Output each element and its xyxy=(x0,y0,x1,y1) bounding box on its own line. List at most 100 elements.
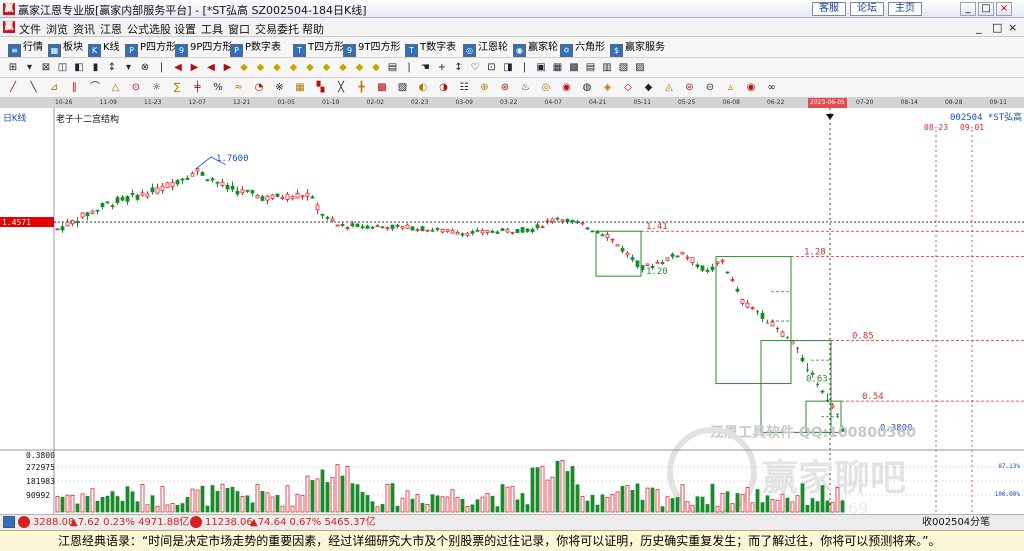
toolbar-blocks-button[interactable]: ▦ 板块 xyxy=(48,40,83,57)
chart-tool-30-icon[interactable]: ◈ xyxy=(601,81,615,95)
tool-15-icon[interactable]: ◆ xyxy=(237,61,251,75)
chart-tool-35-icon[interactable]: ⊝ xyxy=(703,81,717,95)
tool-10-icon[interactable]: | xyxy=(155,61,169,75)
chart-area[interactable]: 1.4571 1.7600 1.41 1.20 1.28 0.85 0.63 0.54 0.38… xyxy=(0,108,1024,518)
tool-20-icon[interactable]: ◆ xyxy=(320,61,334,75)
close-icon[interactable]: × xyxy=(996,2,1012,16)
menu-trade[interactable]: 交易委托 xyxy=(255,21,299,37)
chart-tool-36-icon[interactable]: ▵ xyxy=(724,81,738,95)
chart-tool-11-icon[interactable]: % xyxy=(211,81,225,95)
chart-tool-37-icon[interactable]: ◉ xyxy=(744,81,758,95)
chart-tool-29-icon[interactable]: ◍ xyxy=(580,81,594,95)
tool-22-icon[interactable]: ◆ xyxy=(353,61,367,75)
tool-14-icon[interactable]: ▶ xyxy=(221,61,235,75)
menu-formula-screening[interactable]: 公式选股 xyxy=(127,21,171,37)
tool-5-icon[interactable]: ◧ xyxy=(72,61,86,75)
menu-tools[interactable]: 工具 xyxy=(201,21,223,37)
toolbar-winner-wheel-button[interactable]: ◉ 赢家轮 xyxy=(513,40,558,57)
chart-tool-38-icon[interactable]: ∞ xyxy=(765,81,779,95)
menu-browse[interactable]: 浏览 xyxy=(46,21,68,37)
chart-tool-19-icon[interactable]: ▩ xyxy=(375,81,389,95)
tool-30-icon[interactable]: ⊡ xyxy=(485,61,499,75)
toolbar-t-square-button[interactable]: T T四方形 xyxy=(293,40,344,57)
service-button[interactable]: 客服 xyxy=(812,2,846,16)
chart-tool-28-icon[interactable]: ◉ xyxy=(560,81,574,95)
chart-tool-32-icon[interactable]: ◆ xyxy=(642,81,656,95)
chart-tool-34-icon[interactable]: ⊜ xyxy=(683,81,697,95)
chart-tool-21-icon[interactable]: ◐ xyxy=(416,81,430,95)
tool-23-icon[interactable]: ◆ xyxy=(369,61,383,75)
chart-tool-6-icon[interactable]: △ xyxy=(109,81,123,95)
toolbar-hexagon-button[interactable]: ✡ 六角形 xyxy=(560,40,605,57)
tool-21-icon[interactable]: ◆ xyxy=(336,61,350,75)
chart-tool-9-icon[interactable]: ∑ xyxy=(170,81,184,95)
chart-tool-8-icon[interactable]: ☼ xyxy=(150,81,164,95)
chart-tool-31-icon[interactable]: ◇ xyxy=(621,81,635,95)
home-button[interactable]: 主页 xyxy=(888,2,922,16)
tool-13-icon[interactable]: ◀ xyxy=(204,61,218,75)
chart-tool-3-icon[interactable]: ⊿ xyxy=(47,81,61,95)
menu-file[interactable]: 文件 xyxy=(19,21,41,37)
toolbar-p-table-button[interactable]: P P数字表 xyxy=(230,40,281,57)
tool-31-icon[interactable]: ◨ xyxy=(501,61,515,75)
mdi-restore-icon[interactable]: □ xyxy=(992,21,1002,34)
toolbar-9p-square-button[interactable]: 9 9P四方形 xyxy=(175,40,232,57)
tool-16-icon[interactable]: ◆ xyxy=(254,61,268,75)
chart-tool-10-icon[interactable]: ╪ xyxy=(191,81,205,95)
tool-29-icon[interactable]: ♡ xyxy=(468,61,482,75)
menu-help[interactable]: 帮助 xyxy=(302,21,324,37)
tool-36-icon[interactable]: ▤ xyxy=(584,61,598,75)
chart-tool-27-icon[interactable]: ◎ xyxy=(539,81,553,95)
chart-tool-24-icon[interactable]: ⊕ xyxy=(478,81,492,95)
tool-11-icon[interactable]: ◀ xyxy=(171,61,185,75)
tool-33-icon[interactable]: ▣ xyxy=(534,61,548,75)
tool-2-icon[interactable]: ▾ xyxy=(23,61,37,75)
grid-icon[interactable] xyxy=(3,516,15,528)
menu-gann[interactable]: 江恩 xyxy=(100,21,122,37)
chart-tool-16-icon[interactable]: ▚ xyxy=(314,81,328,95)
toolbar-candles-button[interactable]: K K线 xyxy=(88,40,120,57)
tool-9-icon[interactable]: ⊗ xyxy=(138,61,152,75)
tool-6-icon[interactable]: ▮ xyxy=(89,61,103,75)
chart-tool-13-icon[interactable]: ◔ xyxy=(252,81,266,95)
menu-settings[interactable]: 设置 xyxy=(174,21,196,37)
tool-18-icon[interactable]: ◆ xyxy=(287,61,301,75)
toolbar-dollar-button[interactable]: $ 赢家服务 xyxy=(610,40,665,57)
maximize-icon[interactable]: □ xyxy=(978,2,994,16)
forum-button[interactable]: 论坛 xyxy=(850,2,884,16)
chart-tool-5-icon[interactable]: ⌒ xyxy=(88,81,102,95)
menu-news[interactable]: 资讯 xyxy=(73,21,95,37)
toolbar-grid-button[interactable]: ≡ 行情 xyxy=(8,40,43,57)
chart-tool-2-icon[interactable]: ╲ xyxy=(27,81,41,95)
toolbar-9t-square-button[interactable]: 9 9T四方形 xyxy=(343,40,400,57)
tool-35-icon[interactable]: ▩ xyxy=(567,61,581,75)
chart-tool-26-icon[interactable]: ♨ xyxy=(519,81,533,95)
tool-4-icon[interactable]: ◫ xyxy=(56,61,70,75)
toolbar-gann-wheel-button[interactable]: ◎ 江恩轮 xyxy=(463,40,508,57)
tool-3-icon[interactable]: ⊠ xyxy=(39,61,53,75)
chart-tool-15-icon[interactable]: ▦ xyxy=(293,81,307,95)
chart-tool-22-icon[interactable]: ◑ xyxy=(437,81,451,95)
chart-tool-23-icon[interactable]: ☷ xyxy=(457,81,471,95)
chart-tool-25-icon[interactable]: ⊛ xyxy=(498,81,512,95)
chart-tool-17-icon[interactable]: ╳ xyxy=(334,81,348,95)
chart-tool-4-icon[interactable]: ∥ xyxy=(68,81,82,95)
tool-1-icon[interactable]: ⊞ xyxy=(6,61,20,75)
mdi-close-icon[interactable]: × xyxy=(1008,21,1017,34)
tool-12-icon[interactable]: ▶ xyxy=(188,61,202,75)
tool-17-icon[interactable]: ◆ xyxy=(270,61,284,75)
chart-tool-18-icon[interactable]: ╋ xyxy=(355,81,369,95)
tool-38-icon[interactable]: ▧ xyxy=(617,61,631,75)
toolbar-t-table-button[interactable]: T T数字表 xyxy=(405,40,456,57)
chart-tool-20-icon[interactable]: ▧ xyxy=(396,81,410,95)
menu-window[interactable]: 窗口 xyxy=(228,21,250,37)
chart-tool-12-icon[interactable]: ≈ xyxy=(232,81,246,95)
tick-detail-label[interactable]: 收002504分笔 xyxy=(922,515,990,530)
tool-34-icon[interactable]: ▦ xyxy=(551,61,565,75)
tool-39-icon[interactable]: ▨ xyxy=(633,61,647,75)
tool-25-icon[interactable]: | xyxy=(402,61,416,75)
tool-27-icon[interactable]: + xyxy=(435,61,449,75)
chart-tool-14-icon[interactable]: ※ xyxy=(273,81,287,95)
kline-chart[interactable]: 1.45711.76001.411.201.280.850.630.540.38… xyxy=(0,108,1024,518)
tool-32-icon[interactable]: | xyxy=(518,61,532,75)
